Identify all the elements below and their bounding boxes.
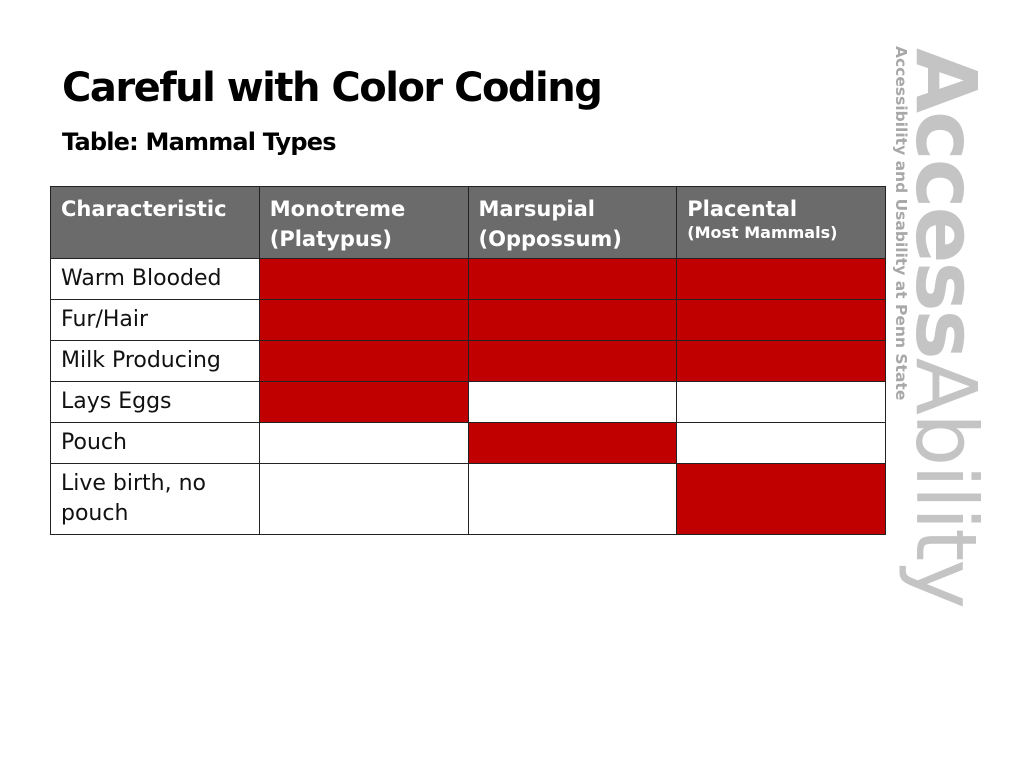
- cell-absent: [676, 422, 886, 464]
- cell-absent: [676, 381, 886, 423]
- table-row: Fur/Hair: [50, 299, 886, 341]
- cell-present: [676, 340, 886, 382]
- logo-tagline: Accessibility and Usability at Penn Stat…: [892, 46, 910, 401]
- header-label: Characteristic: [61, 197, 227, 221]
- header-row: Characteristic Monotreme (Platypus) Mars…: [50, 186, 886, 259]
- cell-present: [676, 258, 886, 300]
- header-sublabel: (Most Mammals): [687, 223, 838, 242]
- table-row: Lays Eggs: [50, 381, 886, 423]
- cell-present: [676, 463, 886, 535]
- table-row: Milk Producing: [50, 340, 886, 382]
- cell-present: [467, 340, 678, 382]
- cell-present: [258, 258, 469, 300]
- row-label: Milk Producing: [50, 340, 260, 382]
- header-label: Marsupial (Oppossum): [478, 197, 622, 251]
- row-label: Lays Eggs: [50, 381, 260, 423]
- slide-subtitle: Table: Mammal Types: [62, 128, 337, 156]
- slide-title: Careful with Color Coding: [62, 65, 603, 111]
- cell-present: [258, 340, 469, 382]
- logo-wordmark-light: Ability: [897, 357, 995, 608]
- cell-absent: [258, 422, 469, 464]
- table-row: Warm Blooded: [50, 258, 886, 300]
- row-label: Warm Blooded: [50, 258, 260, 300]
- cell-absent: [467, 463, 678, 535]
- row-label: Live birth, no pouch: [50, 463, 260, 535]
- logo-wordmark-bold: Access: [897, 48, 995, 358]
- table-row: Pouch: [50, 422, 886, 464]
- cell-present: [676, 299, 886, 341]
- cell-present: [467, 422, 678, 464]
- cell-present: [258, 381, 469, 423]
- row-label: Pouch: [50, 422, 260, 464]
- header-marsupial: Marsupial (Oppossum): [467, 186, 678, 259]
- cell-present: [467, 258, 678, 300]
- header-monotreme: Monotreme (Platypus): [258, 186, 469, 259]
- header-characteristic: Characteristic: [50, 186, 260, 259]
- header-placental: Placental (Most Mammals): [676, 186, 886, 259]
- cell-present: [258, 299, 469, 341]
- header-label: Placental: [687, 197, 798, 221]
- mammal-types-table: Characteristic Monotreme (Platypus) Mars…: [50, 186, 886, 535]
- logo-wordmark: AccessAbility: [897, 48, 995, 607]
- header-label: Monotreme (Platypus): [269, 197, 406, 251]
- table-row: Live birth, no pouch: [50, 463, 886, 535]
- row-label: Fur/Hair: [50, 299, 260, 341]
- cell-present: [467, 299, 678, 341]
- cell-absent: [258, 463, 469, 535]
- cell-absent: [467, 381, 678, 423]
